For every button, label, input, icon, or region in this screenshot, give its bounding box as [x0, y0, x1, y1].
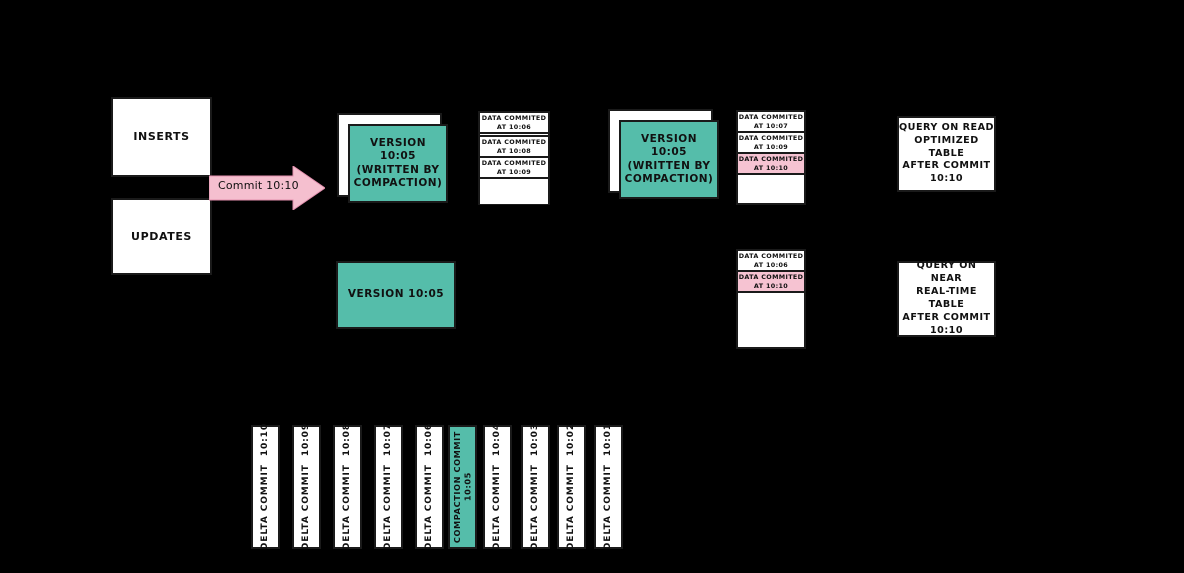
log-row-highlighted: DATA COMMITED AT 10:10 — [738, 154, 804, 175]
source-box-updates: UPDATES — [111, 198, 212, 275]
timeline-commit-label: DELTA COMMIT 10:02 — [565, 423, 576, 551]
diagram-canvas: INSERTS UPDATES Commit 10:10 VERSION 10:… — [0, 0, 1184, 573]
log-row: DATA COMMITED AT 10:08 — [480, 137, 548, 158]
timeline-commit-delta-1010: DELTA COMMIT 10:10 — [251, 423, 280, 551]
log-row-line1: DATA COMMITED — [481, 137, 547, 146]
timeline-commit-label: DELTA COMMIT 10:01 — [602, 423, 613, 551]
version-10-05-box: VERSION 10:05 — [336, 261, 456, 329]
log-row-empty — [480, 179, 548, 204]
log-row-line2: AT 10:09 — [496, 167, 532, 176]
timeline-commit-delta-1002: DELTA COMMIT 10:02 — [557, 423, 586, 551]
timeline-commit-delta-1001: DELTA COMMIT 10:01 — [594, 423, 623, 551]
log-stack-read-optimized-left: DATA COMMITED AT 10:06 DATA COMMITED AT … — [478, 111, 550, 205]
log-row: DATA COMMITED AT 10:09 — [480, 158, 548, 179]
log-row-line1: DATA COMMITED — [738, 112, 804, 121]
timeline-commit-label: DELTA COMMIT 10:04 — [491, 423, 502, 551]
log-row-line2: AT 10:10 — [753, 281, 789, 290]
file-group-label-2: VERSION 10:05 (WRITTEN BY COMPACTION) — [624, 133, 714, 185]
timeline-commit-label: DELTA COMMIT 10:07 — [382, 423, 393, 551]
query-label-read-optimized: QUERY ON READ OPTIMIZED TABLE AFTER COMM… — [899, 121, 995, 185]
file-group-version-compaction-1: VERSION 10:05 (WRITTEN BY COMPACTION) — [348, 124, 448, 203]
timeline-commit-delta-1006: DELTA COMMIT 10:06 — [415, 423, 444, 551]
version-10-05-label: VERSION 10:05 — [347, 288, 445, 301]
timeline-commit-delta-1007: DELTA COMMIT 10:07 — [374, 423, 403, 551]
log-row-empty — [738, 175, 804, 203]
file-group-version-compaction-2: VERSION 10:05 (WRITTEN BY COMPACTION) — [619, 120, 719, 199]
log-row-highlighted: DATA COMMITED AT 10:10 — [738, 272, 804, 293]
query-near-real-time: QUERY ON NEAR REAL-TIME TABLE AFTER COMM… — [897, 260, 996, 337]
log-row-line2: AT 10:08 — [496, 146, 532, 155]
log-row-line2: AT 10:06 — [753, 260, 789, 269]
log-row-line2: AT 10:09 — [753, 142, 789, 151]
log-row-line2: AT 10:10 — [753, 163, 789, 172]
log-row-line1: DATA COMMITED — [738, 154, 804, 163]
timeline-commit-label: DELTA COMMIT 10:06 — [423, 423, 434, 551]
timeline-commit-delta-1008: DELTA COMMIT 10:08 — [333, 423, 362, 551]
source-label-updates: UPDATES — [131, 229, 192, 243]
timeline-commit-label: DELTA COMMIT 10:10 — [259, 423, 270, 551]
query-read-optimized: QUERY ON READ OPTIMIZED TABLE AFTER COMM… — [897, 116, 996, 192]
log-row-line1: DATA COMMITED — [481, 158, 547, 167]
timeline-commit-label: DELTA COMMIT 10:09 — [300, 423, 311, 551]
timeline-commit-label: COMPACTION COMMIT 10:05 — [452, 430, 473, 544]
timeline-commit-delta-1003: DELTA COMMIT 10:03 — [521, 423, 550, 551]
log-row: DATA COMMITED AT 10:06 — [738, 251, 804, 272]
log-row-line1: DATA COMMITED — [738, 272, 804, 281]
log-stack-near-real-time: DATA COMMITED AT 10:06 DATA COMMITED AT … — [736, 249, 806, 349]
log-stack-read-optimized-right: DATA COMMITED AT 10:07 DATA COMMITED AT … — [736, 110, 806, 205]
log-row-line1: DATA COMMITED — [738, 251, 804, 260]
commit-arrow-label: Commit 10:10 — [218, 179, 299, 192]
source-label-inserts: INSERTS — [133, 130, 190, 144]
timeline-commit-label: DELTA COMMIT 10:03 — [529, 423, 540, 551]
log-row-empty — [738, 293, 804, 347]
log-row: DATA COMMITED AT 10:07 — [738, 112, 804, 133]
file-group-label-1: VERSION 10:05 (WRITTEN BY COMPACTION) — [353, 137, 443, 189]
timeline-commit-delta-1004: DELTA COMMIT 10:04 — [483, 423, 512, 551]
source-box-inserts: INSERTS — [111, 97, 212, 177]
log-row: DATA COMMITED AT 10:06 — [480, 113, 548, 134]
timeline-commit-delta-1009: DELTA COMMIT 10:09 — [292, 423, 321, 551]
log-row-line2: AT 10:07 — [753, 121, 789, 130]
log-row: DATA COMMITED AT 10:09 — [738, 133, 804, 154]
timeline-commit-label: DELTA COMMIT 10:08 — [341, 423, 352, 551]
log-row-line1: DATA COMMITED — [738, 133, 804, 142]
timeline-commit-compaction-1005: COMPACTION COMMIT 10:05 — [448, 425, 477, 549]
log-row-line1: DATA COMMITED — [481, 113, 547, 122]
log-row-line2: AT 10:06 — [496, 122, 532, 131]
query-label-near-real-time: QUERY ON NEAR REAL-TIME TABLE AFTER COMM… — [902, 260, 991, 336]
